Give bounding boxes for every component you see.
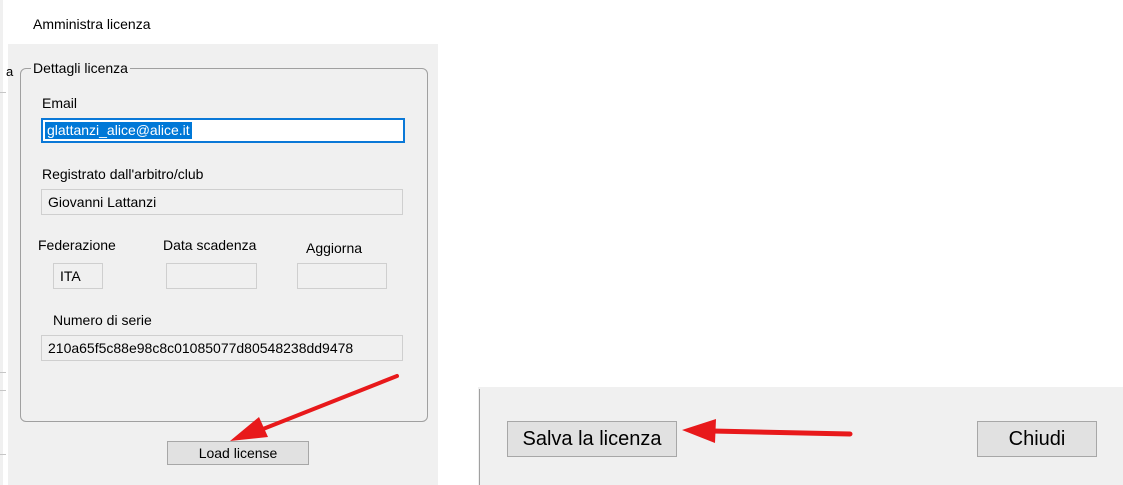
email-field[interactable]: glattanzi_alice@alice.it [41,118,405,143]
background-window-mark [0,454,6,455]
background-window-edge [0,0,3,485]
expiry-date-label: Data scadenza [163,237,257,253]
license-details-group-title: Dettagli licenza [31,60,130,76]
background-window-mark [0,92,6,93]
federation-field[interactable]: ITA [53,263,103,289]
background-window-text: a [6,64,14,79]
email-field-selected-text: glattanzi_alice@alice.it [45,122,192,139]
email-label: Email [42,95,78,111]
background-window-mark [0,390,6,391]
load-license-button[interactable]: Load license [167,441,309,465]
serial-number-field[interactable]: 210a65f5c88e98c8c01085077d80548238dd9478 [41,335,403,361]
footer-divider [479,389,480,485]
window-title: Amministra licenza [33,16,151,32]
serial-number-label: Numero di serie [53,312,152,328]
close-button[interactable]: Chiudi [977,421,1097,457]
registered-by-label: Registrato dall'arbitro/club [42,166,204,182]
background-window-mark [0,372,6,373]
federation-label: Federazione [38,237,116,253]
registered-by-field[interactable]: Giovanni Lattanzi [41,189,403,215]
title-bar: Amministra licenza [8,0,438,44]
expiry-date-field[interactable] [166,263,257,289]
save-license-button[interactable]: Salva la licenza [507,421,677,457]
update-label: Aggiorna [306,240,363,256]
license-dialog: Amministra licenza a Dettagli licenza Em… [0,0,438,485]
update-field[interactable] [297,263,387,289]
